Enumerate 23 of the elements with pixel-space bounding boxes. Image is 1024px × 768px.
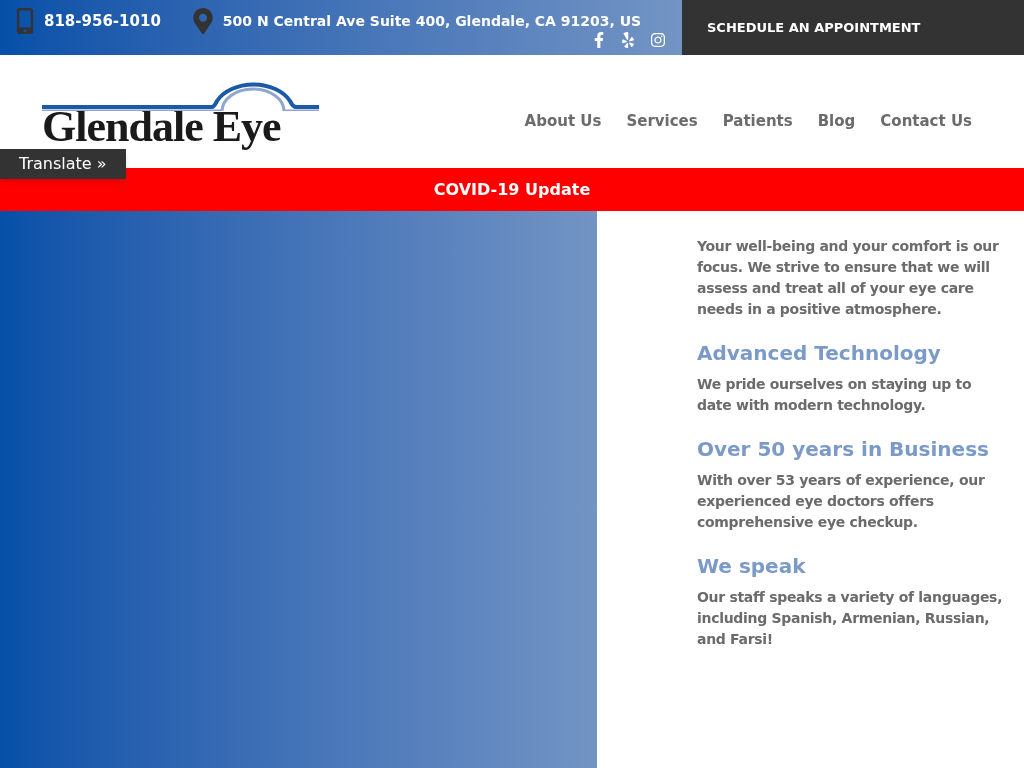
yelp-icon[interactable] <box>620 32 636 48</box>
address-text: 500 N Central Ave Suite 400, Glendale, CA 91203, US <box>222 11 642 31</box>
nav-link[interactable]: Patients <box>722 110 793 133</box>
schedule-appointment-link[interactable]: SCHEDULE AN APPOINTMENT <box>707 17 921 38</box>
translate-button[interactable]: Translate » <box>0 149 126 179</box>
logo[interactable]: Glendale Eye <box>42 74 319 149</box>
phone-link[interactable]: 818-956-1010 <box>44 9 161 33</box>
feature-title: Over 50 years in Business <box>697 436 990 463</box>
instagram-icon[interactable] <box>650 32 666 48</box>
nav-link[interactable]: About Us <box>524 110 602 133</box>
feature-text: We pride ourselves on staying up to date with modern technology. <box>697 375 973 415</box>
feature-title: Advanced Technology <box>697 340 942 367</box>
feature-text: Our staff speaks a variety of languages, including Spanish, Armenian, Russian, and Farsi! <box>697 588 1004 649</box>
nav-link[interactable]: Services <box>626 110 698 133</box>
covid-banner[interactable]: COVID-19 Update <box>0 168 1024 211</box>
nav-link[interactable]: Blog <box>817 110 856 133</box>
nav-link[interactable]: Contact Us <box>880 110 972 133</box>
feature-text: With over 53 years of experience, our experienced eye doctors offers comprehensive eye checkup. <box>697 471 986 532</box>
feature-text: Your well-being and your comfort is our focus. We strive to ensure that we will assess and treat all of your eye care needs in a positive atmosphere. <box>697 237 1000 319</box>
phone-icon <box>16 8 34 34</box>
location-pin-icon <box>192 8 213 34</box>
facebook-icon[interactable] <box>592 32 606 48</box>
feature-title: We speak <box>697 553 807 580</box>
